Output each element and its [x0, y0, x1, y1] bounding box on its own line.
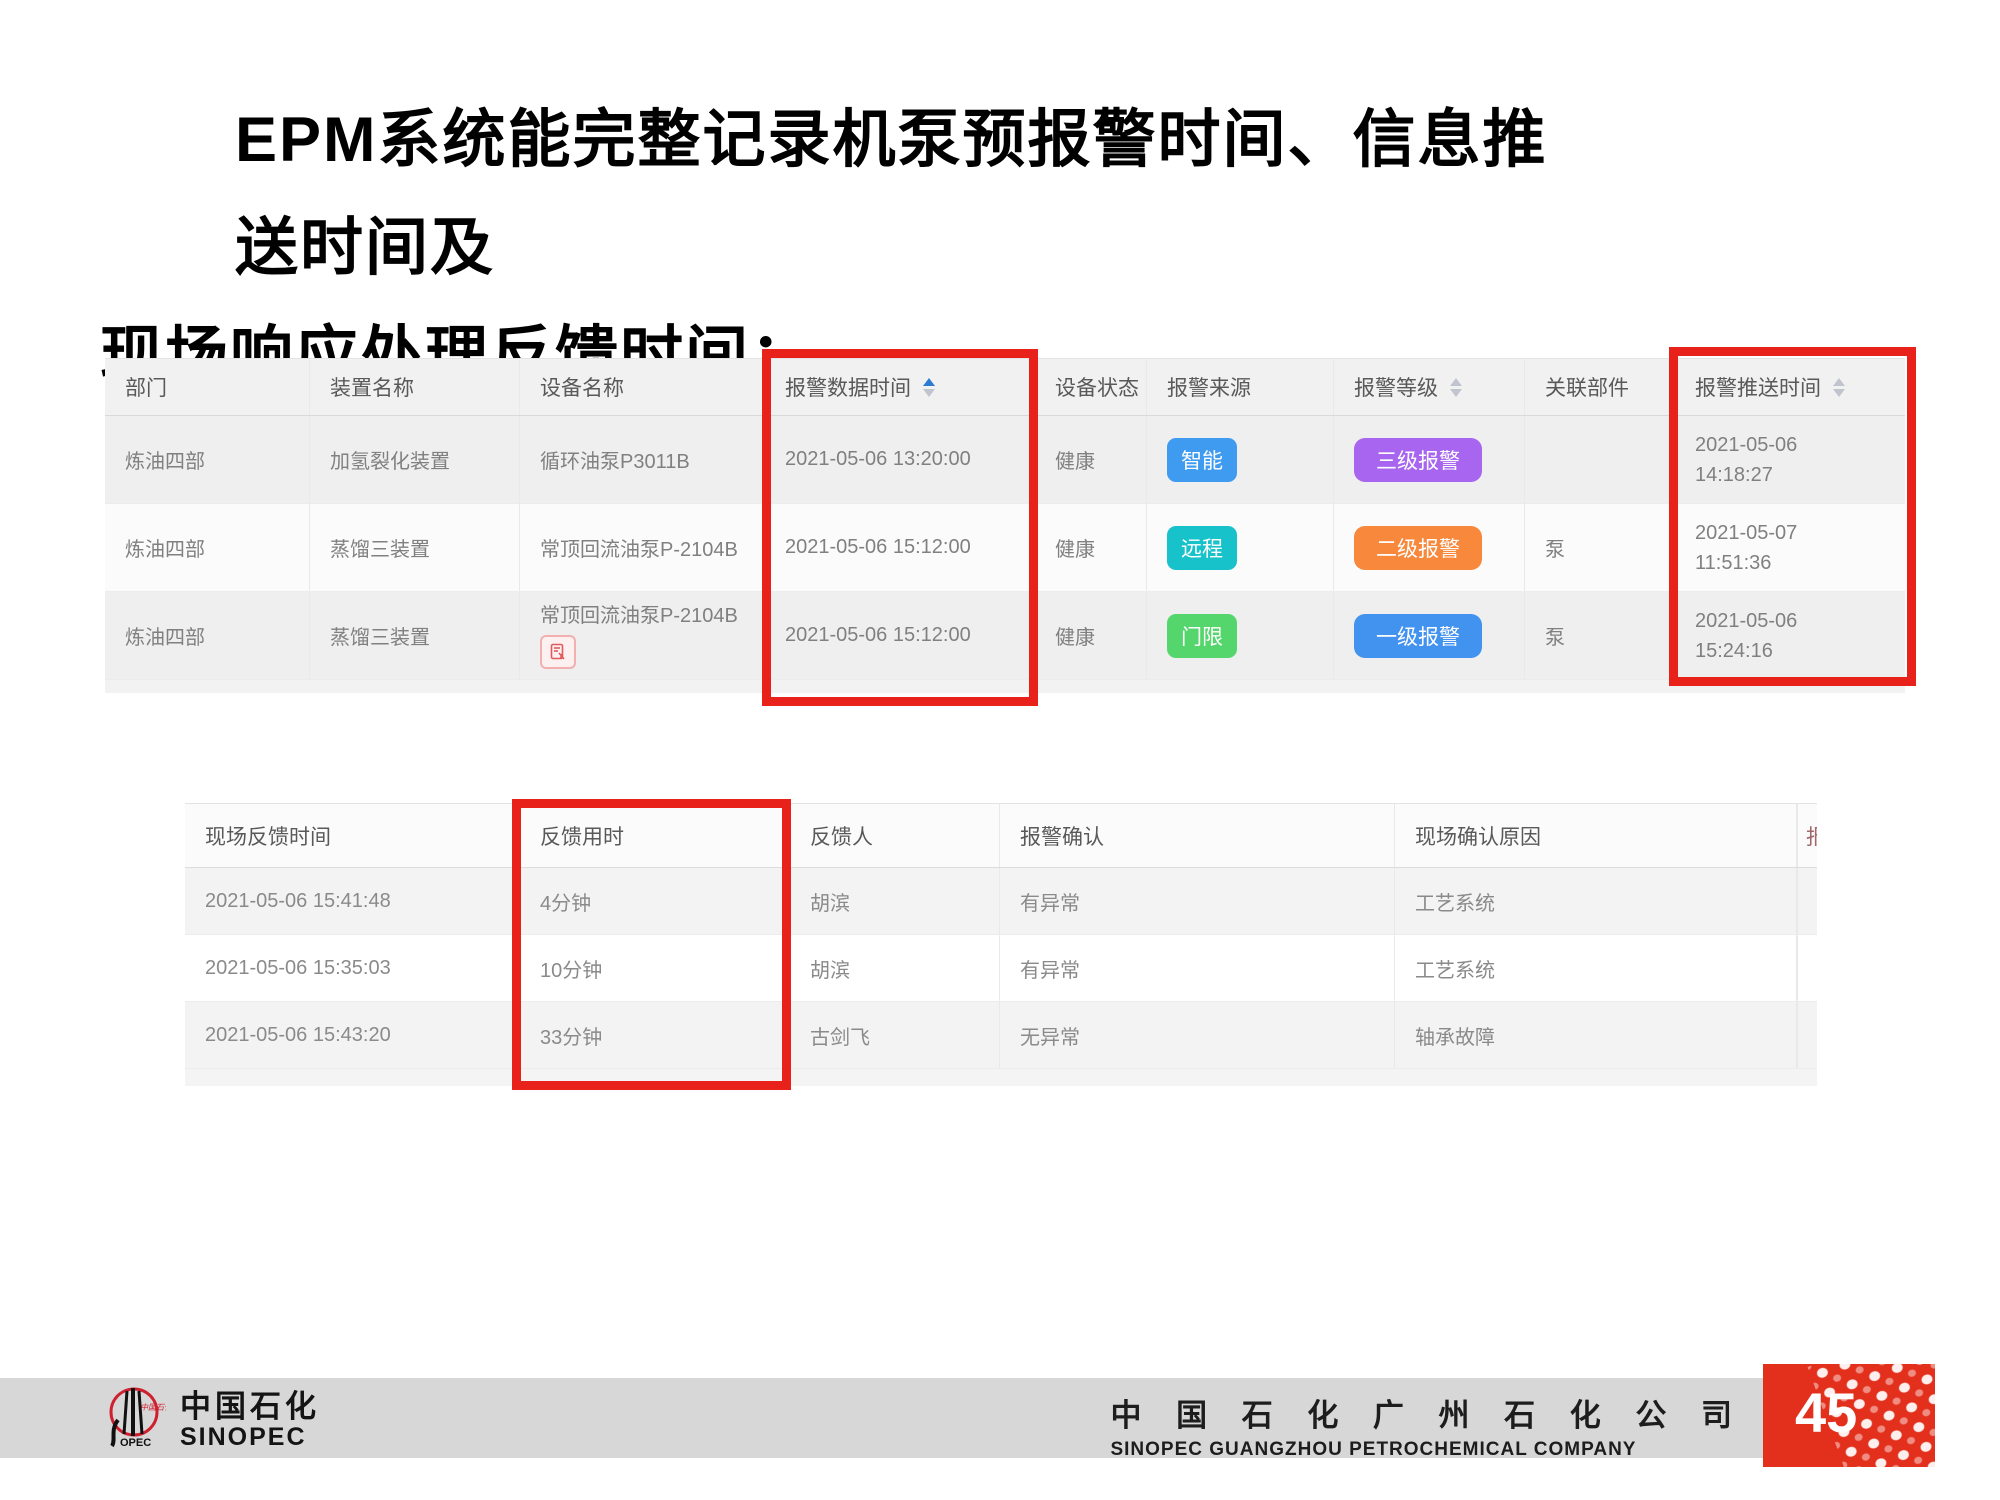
company-name-en: SINOPEC GUANGZHOU PETROCHEMICAL COMPANY [1110, 1439, 1745, 1461]
alarm-source-badge: 远程 [1167, 526, 1237, 570]
alarm-level-badge: 三级报警 [1354, 438, 1482, 482]
cell-dept: 炼油四部 [105, 504, 310, 591]
feedback-table: 现场反馈时间 反馈用时 反馈人 报警确认 现场确认原因 报 2021-05-06… [185, 803, 1817, 1086]
header-feedback-time: 现场反馈时间 [185, 804, 520, 867]
company-name-cn: 中 国 石 化 广 州 石 化 公 司 [1110, 1390, 1745, 1435]
cell-dept: 炼油四部 [105, 592, 310, 679]
cell-level: 一级报警 [1334, 592, 1525, 679]
cell-level: 三级报警 [1334, 416, 1525, 503]
cell-feedback-person: 胡滨 [790, 935, 1000, 1001]
annotation-box-push-time [1669, 347, 1916, 686]
header-device: 设备名称 [520, 359, 765, 415]
cell-status: 健康 [1035, 592, 1147, 679]
header-device-status: 设备状态 [1035, 359, 1147, 415]
brand-text: 中国石化 SINOPEC [180, 1391, 320, 1450]
header-unit: 装置名称 [310, 359, 520, 415]
header-clipped-column: 报 [1797, 804, 1817, 867]
cell-alarm-confirm: 无异常 [1000, 1002, 1395, 1068]
cell-feedback-time: 2021-05-06 15:41:48 [185, 868, 520, 934]
alarm-source-badge: 智能 [1167, 438, 1237, 482]
cell-clipped-column [1797, 868, 1817, 934]
cell-unit: 蒸馏三装置 [310, 504, 520, 591]
table-bottom-sliver [185, 1069, 1817, 1086]
cell-unit: 蒸馏三装置 [310, 592, 520, 679]
table-row: 2021-05-06 15:35:03 10分钟 胡滨 有异常 工艺系统 [185, 935, 1817, 1002]
table-row: 2021-05-06 15:43:20 33分钟 古剑飞 无异常 轴承故障 [185, 1002, 1817, 1069]
header-feedback-person: 反馈人 [790, 804, 1000, 867]
brand-name-en: SINOPEC [180, 1424, 320, 1450]
cell-unit: 加氢裂化装置 [310, 416, 520, 503]
cell-status: 健康 [1035, 504, 1147, 591]
device-name: 常顶回流油泵P-2104B [540, 603, 738, 629]
header-alarm-level-label: 报警等级 [1354, 372, 1438, 402]
header-alarm-level[interactable]: 报警等级 [1334, 359, 1525, 415]
svg-text:中国石化: 中国石化 [140, 1403, 166, 1412]
header-alarm-confirm: 报警确认 [1000, 804, 1395, 867]
cell-status: 健康 [1035, 416, 1147, 503]
cell-confirm-reason: 工艺系统 [1395, 935, 1797, 1001]
annotation-box-feedback-duration [512, 799, 791, 1090]
cell-clipped-column [1797, 935, 1817, 1001]
brand-name-cn: 中国石化 [180, 1391, 320, 1424]
cell-source: 远程 [1147, 504, 1334, 591]
cell-source: 门限 [1147, 592, 1334, 679]
company-name: 中 国 石 化 广 州 石 化 公 司 SINOPEC GUANGZHOU PE… [1110, 1390, 1745, 1461]
cell-dept: 炼油四部 [105, 416, 310, 503]
table-row: 2021-05-06 15:41:48 4分钟 胡滨 有异常 工艺系统 [185, 868, 1817, 935]
feedback-table-wrap: 现场反馈时间 反馈用时 反馈人 报警确认 现场确认原因 报 2021-05-06… [185, 803, 1817, 1086]
cell-part: 泵 [1525, 504, 1675, 591]
slide-title-line1: EPM系统能完整记录机泵预报警时间、信息推送时间及 [100, 86, 1580, 302]
cell-feedback-person: 古剑飞 [790, 1002, 1000, 1068]
alarm-source-badge: 门限 [1167, 614, 1237, 658]
slide: EPM系统能完整记录机泵预报警时间、信息推送时间及 现场响应处理反馈时间； 部门… [0, 0, 2000, 1500]
cell-alarm-confirm: 有异常 [1000, 935, 1395, 1001]
header-confirm-reason: 现场确认原因 [1395, 804, 1797, 867]
alarm-level-badge: 二级报警 [1354, 526, 1482, 570]
feedback-table-header: 现场反馈时间 反馈用时 反馈人 报警确认 现场确认原因 报 [185, 804, 1817, 868]
cell-confirm-reason: 工艺系统 [1395, 868, 1797, 934]
cell-device: 常顶回流油泵P-2104B [520, 592, 765, 679]
header-related-part: 关联部件 [1525, 359, 1675, 415]
sinopec-logo-icon: 中国石化 OPEC [100, 1384, 166, 1457]
cell-alarm-confirm: 有异常 [1000, 868, 1395, 934]
cell-confirm-reason: 轴承故障 [1395, 1002, 1797, 1068]
page-number: 45 [1795, 1380, 1857, 1445]
work-order-icon[interactable] [540, 635, 576, 669]
header-dept: 部门 [105, 359, 310, 415]
alarm-level-badge: 一级报警 [1354, 614, 1482, 658]
cell-level: 二级报警 [1334, 504, 1525, 591]
cell-feedback-time: 2021-05-06 15:35:03 [185, 935, 520, 1001]
cell-device: 常顶回流油泵P-2104B [520, 504, 765, 591]
svg-text:OPEC: OPEC [120, 1437, 151, 1449]
cell-clipped-column [1797, 1002, 1817, 1068]
sinopec-brand: 中国石化 OPEC 中国石化 SINOPEC [100, 1384, 320, 1457]
cell-device: 循环油泵P3011B [520, 416, 765, 503]
annotation-box-alarm-data-time [762, 349, 1038, 706]
cell-part: 泵 [1525, 592, 1675, 679]
cell-feedback-time: 2021-05-06 15:43:20 [185, 1002, 520, 1068]
cell-source: 智能 [1147, 416, 1334, 503]
header-alarm-source: 报警来源 [1147, 359, 1334, 415]
page-number-block: 45 [1763, 1364, 1935, 1467]
cell-feedback-person: 胡滨 [790, 868, 1000, 934]
cell-part [1525, 416, 1675, 503]
sort-icon-alarm-level[interactable] [1450, 378, 1462, 397]
